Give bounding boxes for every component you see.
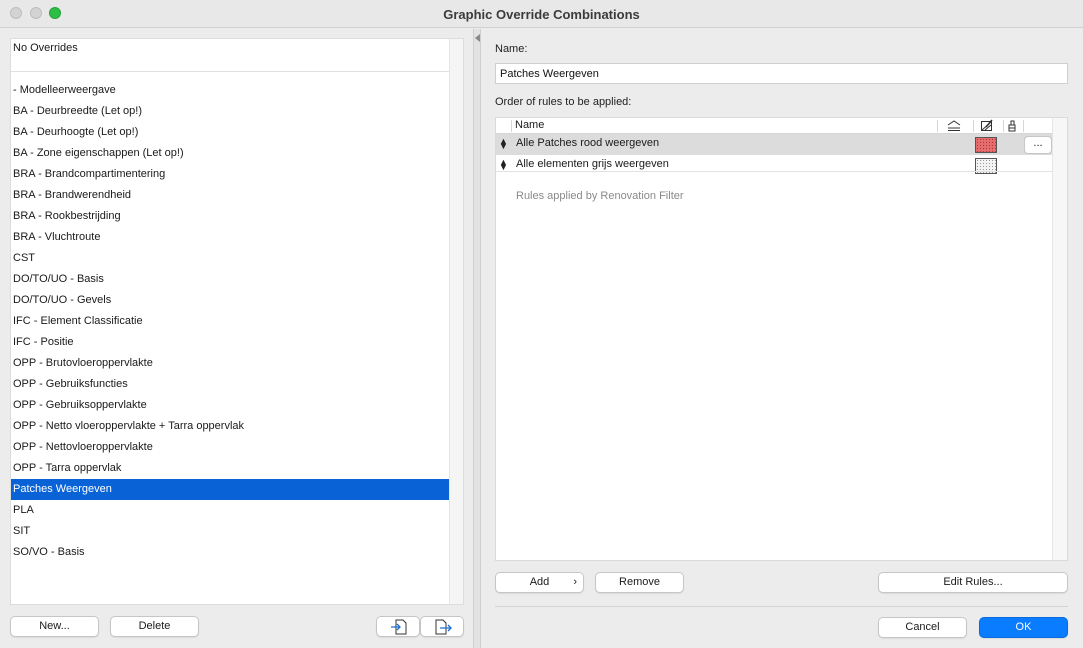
remove-rule-button[interactable]: Remove xyxy=(595,572,684,593)
combination-item[interactable]: - Modelleerweergave xyxy=(11,80,451,101)
combination-item[interactable]: IFC - Element Classificatie xyxy=(11,311,451,332)
name-field[interactable] xyxy=(495,63,1068,84)
no-overrides-item[interactable]: No Overrides xyxy=(11,39,451,72)
import-button[interactable] xyxy=(376,616,420,637)
combination-item[interactable]: OPP - Nettovloeroppervlakte xyxy=(11,437,451,458)
chevron-right-icon: › xyxy=(573,576,577,588)
combination-item[interactable]: BRA - Brandcompartimentering xyxy=(11,164,451,185)
collapse-arrow-icon[interactable] xyxy=(475,34,480,42)
combination-item[interactable]: OPP - Netto vloeroppervlakte + Tarra opp… xyxy=(11,416,451,437)
combination-item[interactable]: BA - Deurhoogte (Let op!) xyxy=(11,122,451,143)
fill-override-icon xyxy=(981,119,993,131)
combination-item[interactable]: SIT xyxy=(11,521,451,542)
new-button[interactable]: New... xyxy=(10,616,99,637)
edit-rules-button[interactable]: Edit Rules... xyxy=(878,572,1068,593)
cancel-button[interactable]: Cancel xyxy=(878,617,967,638)
export-button[interactable] xyxy=(420,616,464,637)
combination-item[interactable]: PLA xyxy=(11,500,451,521)
line-override-icon xyxy=(947,120,961,131)
add-label: Add xyxy=(529,576,550,588)
list-scrollbar[interactable] xyxy=(449,39,463,604)
combination-item[interactable]: BRA - Brandwerendheid xyxy=(11,185,451,206)
column-separator xyxy=(511,120,512,132)
surface-override-icon xyxy=(1008,120,1016,132)
combination-item[interactable]: Patches Weergeven xyxy=(11,479,451,500)
rule-name: Alle Patches rood weergeven xyxy=(516,137,660,149)
delete-button[interactable]: Delete xyxy=(110,616,199,637)
rules-scrollbar[interactable] xyxy=(1052,118,1067,560)
name-label: Name: xyxy=(495,43,528,55)
drag-handle-icon[interactable]: ▲ ▼ xyxy=(499,137,508,151)
combination-item[interactable]: BA - Deurbreedte (Let op!) xyxy=(11,101,451,122)
rule-options-button[interactable]: ... xyxy=(1024,136,1052,154)
combination-item[interactable]: OPP - Tarra oppervlak xyxy=(11,458,451,479)
combination-item[interactable]: BA - Zone eigenschappen (Let op!) xyxy=(11,143,451,164)
combination-item[interactable]: SO/VO - Basis xyxy=(11,542,451,563)
combination-item[interactable]: OPP - Brutovloeroppervlakte xyxy=(11,353,451,374)
column-separator xyxy=(937,120,938,132)
combination-item[interactable]: DO/TO/UO - Basis xyxy=(11,269,451,290)
combination-item[interactable]: OPP - Gebruiksfuncties xyxy=(11,374,451,395)
combination-item[interactable]: DO/TO/UO - Gevels xyxy=(11,290,451,311)
rules-table: Name ▲ ▼ Alle Patches rood weergeven ...… xyxy=(495,117,1068,561)
title-bar: Graphic Override Combinations xyxy=(0,0,1083,28)
name-column-header[interactable]: Name xyxy=(515,119,544,131)
rule-fill-swatch xyxy=(975,137,997,153)
footer-divider xyxy=(495,606,1068,607)
combination-item[interactable]: BRA - Rookbestrijding xyxy=(11,206,451,227)
combination-item[interactable]: BRA - Vluchtroute xyxy=(11,227,451,248)
combination-details-pane: Name: Order of rules to be applied: Name xyxy=(481,29,1083,648)
combination-item[interactable]: OPP - Gebruiksoppervlakte xyxy=(11,395,451,416)
column-separator xyxy=(973,120,974,132)
combinations-pane: No Overrides - Modelleerweergave BA - Deu… xyxy=(0,29,473,648)
add-rule-button[interactable]: Add › xyxy=(495,572,584,593)
ok-button[interactable]: OK xyxy=(979,617,1068,638)
rule-row[interactable]: ▲ ▼ Alle Patches rood weergeven ... xyxy=(496,134,1053,155)
drag-handle-icon[interactable]: ▲ ▼ xyxy=(499,158,508,172)
combination-item[interactable]: CST xyxy=(11,248,451,269)
rule-row[interactable]: ▲ ▼ Alle elementen grijs weergeven xyxy=(496,155,1053,176)
rules-table-header: Name xyxy=(496,118,1053,134)
combination-item[interactable]: IFC - Positie xyxy=(11,332,451,353)
combinations-list[interactable]: No Overrides - Modelleerweergave BA - Deu… xyxy=(10,38,464,605)
column-separator xyxy=(1003,120,1004,132)
order-label: Order of rules to be applied: xyxy=(495,96,632,108)
rules-divider xyxy=(496,171,1053,172)
import-icon xyxy=(391,619,407,635)
export-icon xyxy=(435,619,452,635)
window-title: Graphic Override Combinations xyxy=(443,7,640,22)
rule-name: Alle elementen grijs weergeven xyxy=(516,158,669,170)
column-separator xyxy=(1023,120,1024,132)
renovation-filter-note: Rules applied by Renovation Filter xyxy=(516,190,684,202)
pane-splitter[interactable] xyxy=(473,29,481,648)
